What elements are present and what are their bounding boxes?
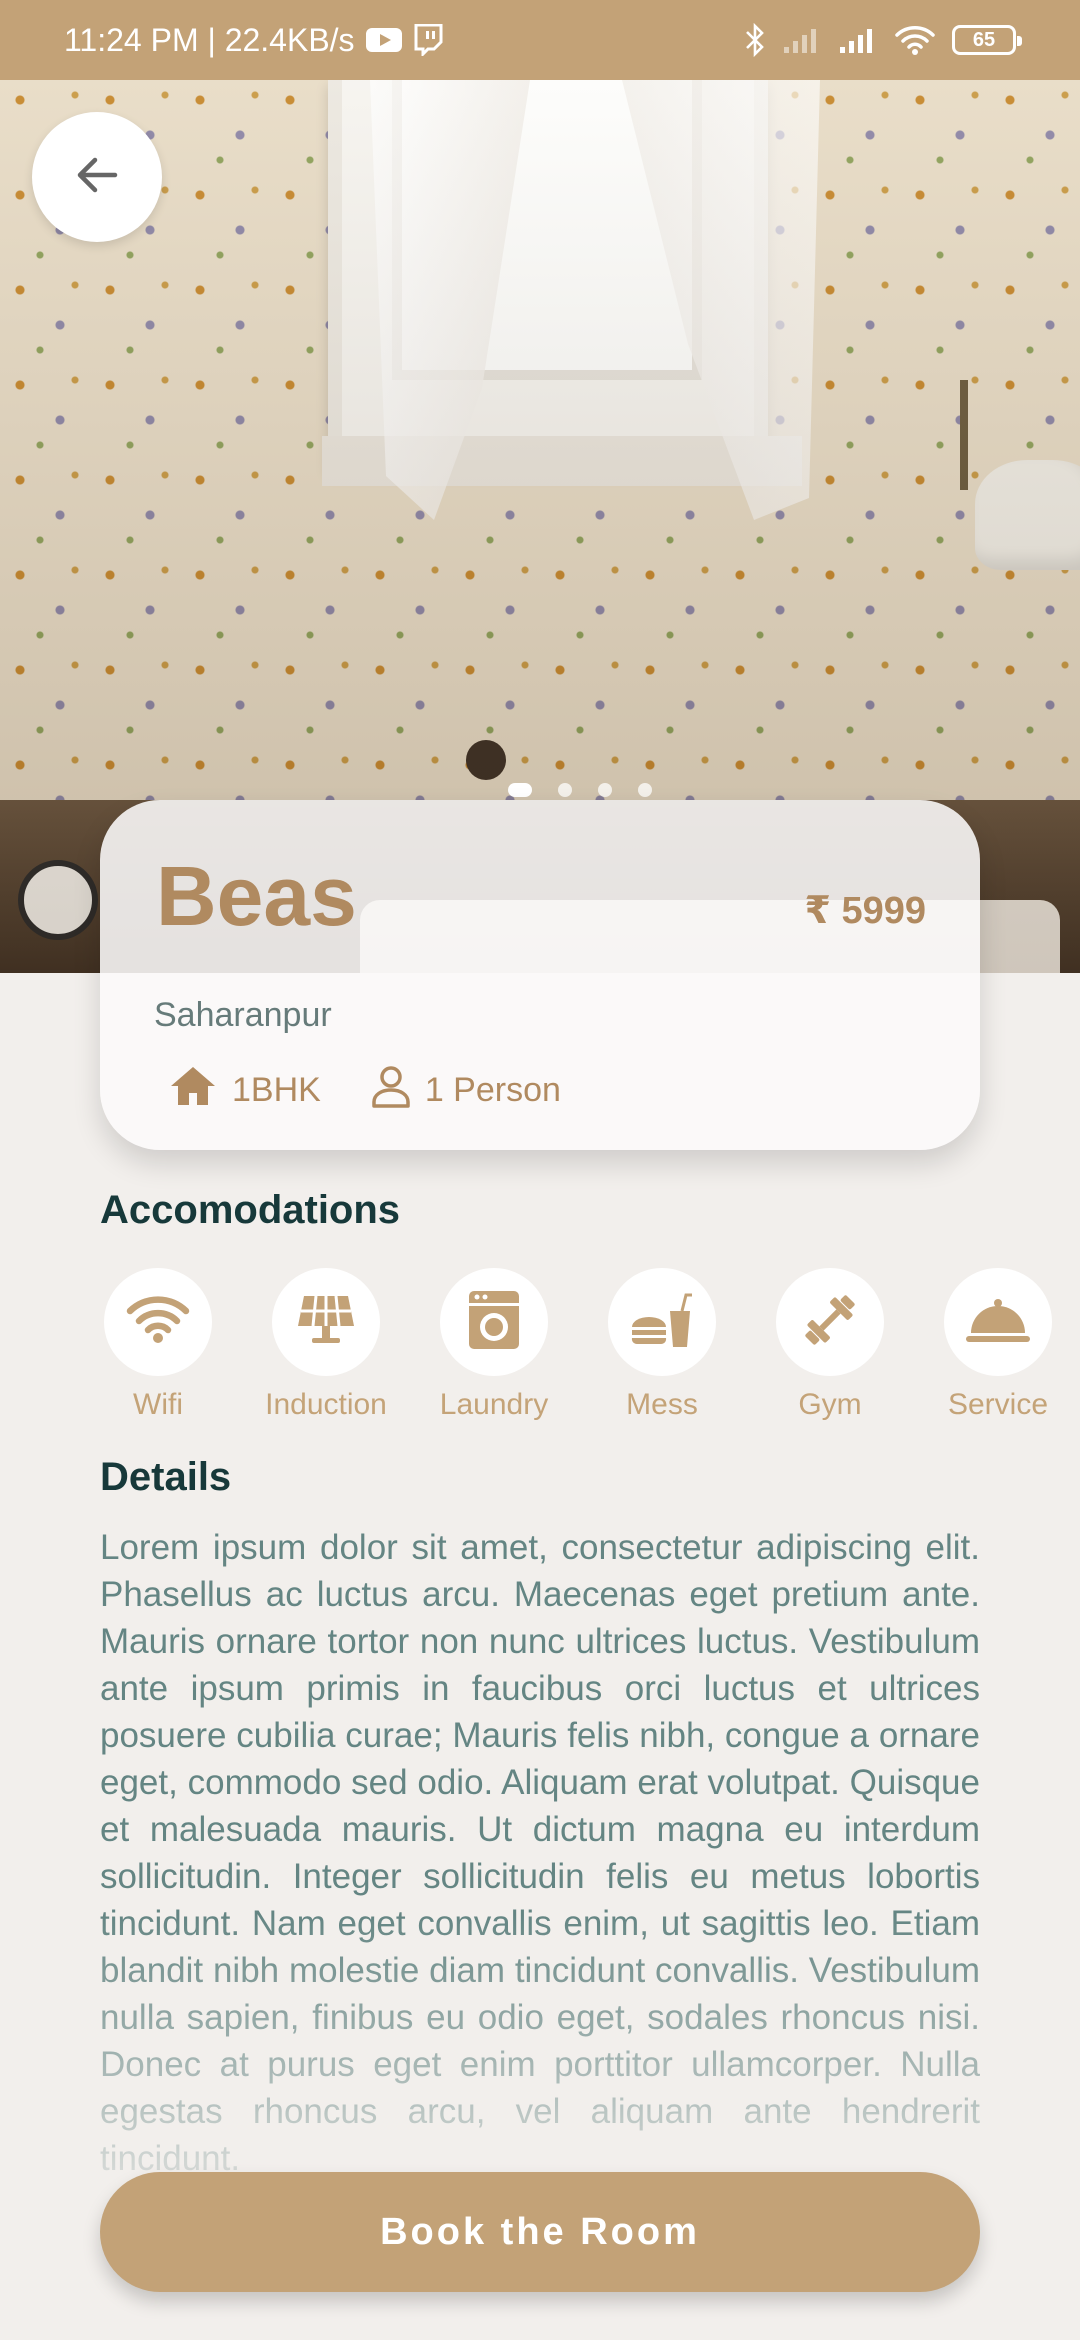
room-info-card: Beas ₹ 5999 Saharanpur 1BHK 1 Person [100, 800, 980, 1150]
induction-icon [294, 1292, 358, 1353]
amenities-list: Wifi Induction Laundry Mess Gym Service [88, 1268, 1068, 1422]
amenity-laundry[interactable]: Laundry [424, 1268, 564, 1422]
room-type: 1BHK [168, 1064, 321, 1117]
amenity-gym-circle [776, 1268, 884, 1376]
amenity-service[interactable]: Service [928, 1268, 1068, 1422]
person-icon [371, 1064, 411, 1117]
room-occupancy-label: 1 Person [424, 1071, 561, 1109]
mess-icon [630, 1291, 694, 1354]
room-occupancy: 1 Person [371, 1064, 561, 1117]
amenity-induction-label: Induction [265, 1388, 387, 1421]
youtube-icon [365, 26, 403, 54]
room-name: Beas [156, 849, 357, 943]
accommodations-title: Accomodations [100, 1188, 401, 1232]
laundry-icon [467, 1289, 521, 1356]
book-room-button[interactable]: Book the Room [100, 2172, 980, 2292]
details-text[interactable]: Lorem ipsum dolor sit amet, consectetur … [100, 1524, 980, 2174]
room-detail-screen: 11:24 PM | 22.4KB/s 65 Beas ₹ 5999 Sahar… [0, 0, 1080, 2340]
amenity-service-circle [944, 1268, 1052, 1376]
room-location: Saharanpur [154, 996, 332, 1034]
amenity-induction-circle [272, 1268, 380, 1376]
pager-dot-1[interactable] [508, 783, 532, 797]
back-button[interactable] [32, 112, 162, 242]
status-time-speed: 11:24 PM | 22.4KB/s [64, 21, 355, 58]
room-type-label: 1BHK [232, 1071, 321, 1109]
amenity-laundry-circle [440, 1268, 548, 1376]
room-meta: 1BHK 1 Person [168, 1064, 561, 1117]
amenity-wifi[interactable]: Wifi [88, 1268, 228, 1422]
signal-weak-icon [782, 25, 822, 55]
service-bell-icon [963, 1295, 1033, 1350]
pager-dot-3[interactable] [598, 783, 612, 797]
amenity-mess[interactable]: Mess [592, 1268, 732, 1422]
amenity-induction[interactable]: Induction [256, 1268, 396, 1422]
amenity-service-label: Service [947, 1388, 1049, 1421]
amenity-mess-label: Mess [626, 1388, 698, 1421]
signal-full-icon [838, 25, 878, 55]
details-title: Details [100, 1455, 232, 1499]
arrow-left-icon [71, 149, 123, 206]
pager-dot-4[interactable] [638, 783, 652, 797]
pager-dot-2[interactable] [558, 783, 572, 797]
amenity-wifi-label: Wifi [133, 1388, 183, 1421]
bluetooth-icon [744, 23, 766, 57]
amenity-laundry-label: Laundry [439, 1388, 549, 1421]
carousel-pager [0, 783, 1080, 797]
home-icon [168, 1064, 218, 1117]
amenity-gym[interactable]: Gym [760, 1268, 900, 1422]
status-bar: 11:24 PM | 22.4KB/s 65 [0, 0, 1080, 80]
status-left: 11:24 PM | 22.4KB/s [64, 22, 443, 59]
room-price: ₹ 5999 [804, 890, 926, 932]
gym-icon [799, 1289, 861, 1356]
battery-indicator: 65 [952, 25, 1022, 55]
wifi-status-icon [894, 24, 936, 56]
twitch-icon [413, 24, 443, 56]
wifi-icon [126, 1295, 190, 1350]
amenity-mess-circle [608, 1268, 716, 1376]
amenity-wifi-circle [104, 1268, 212, 1376]
amenity-gym-label: Gym [798, 1388, 862, 1421]
status-right: 65 [744, 23, 1022, 57]
